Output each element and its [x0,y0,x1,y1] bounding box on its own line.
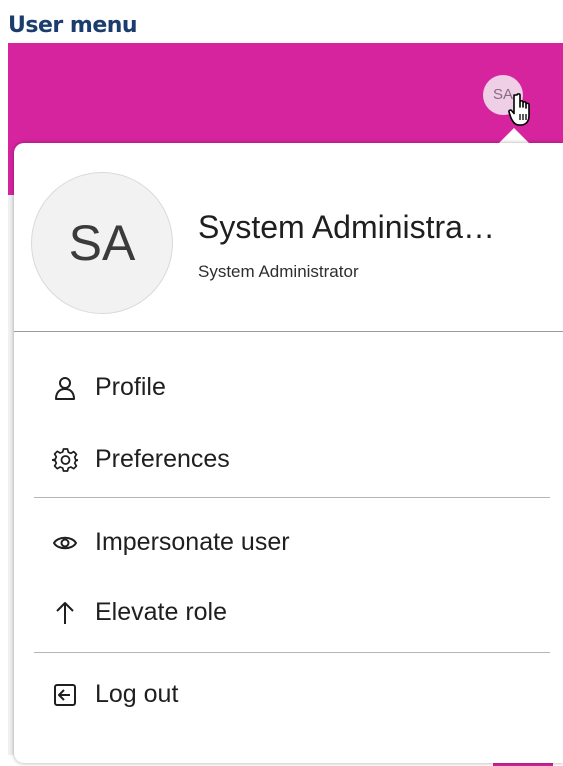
figure-caption: User menu [8,13,138,38]
user-avatar-large: SA [31,172,173,314]
menu-divider [34,652,550,653]
menu-divider [34,497,550,498]
user-menu-panel: SA System Administra… System Administrat… [14,143,563,763]
menu-item-log-out[interactable]: Log out [14,665,563,725]
menu-item-preferences[interactable]: Preferences [14,430,563,490]
user-role-label: System Administrator [198,262,359,281]
person-icon [55,377,75,400]
logout-icon [54,684,76,706]
gear-icon [52,448,78,472]
eye-icon [53,536,77,550]
user-display-name: System Administra… [198,209,495,245]
menu-item-elevate-role[interactable]: Elevate role [14,583,563,643]
user-card: SA System Administra… System Administrat… [14,143,563,332]
menu-item-label: Profile [95,373,166,401]
menu-item-label: Log out [95,680,179,708]
menu-item-profile[interactable]: Profile [14,358,563,418]
menu-item-label: Preferences [95,445,230,473]
arrow-up-icon [56,602,74,624]
menu-item-label: Elevate role [95,598,228,626]
menu-item-impersonate-user[interactable]: Impersonate user [14,513,563,573]
menu-item-label: Impersonate user [95,528,290,556]
hand-cursor-icon [508,93,530,126]
